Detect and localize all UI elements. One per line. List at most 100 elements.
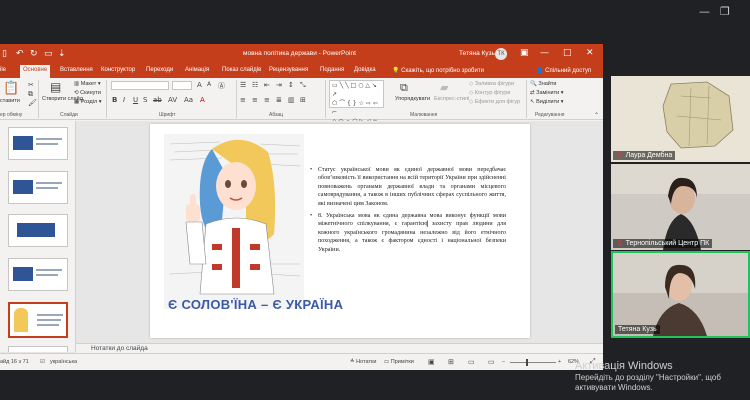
section-button[interactable]: ▦ Розділ ▾ bbox=[74, 99, 102, 105]
tab-home[interactable]: Основне bbox=[20, 65, 51, 78]
bold-icon[interactable]: B bbox=[112, 96, 117, 104]
copy-icon[interactable]: ⧉ bbox=[28, 90, 33, 99]
minimize-icon[interactable]: — bbox=[699, 6, 710, 18]
font-color-icon[interactable]: A bbox=[200, 96, 205, 104]
maximize-icon[interactable]: □ bbox=[563, 48, 572, 58]
paste-icon[interactable]: 📋 bbox=[3, 81, 19, 96]
comments-toggle[interactable]: ▭ Примітки bbox=[384, 359, 414, 365]
start-presentation-icon[interactable]: ▭ bbox=[44, 49, 53, 59]
align-left-icon[interactable]: ≡ bbox=[240, 96, 246, 104]
zoom-slider[interactable] bbox=[510, 362, 556, 363]
slide-thumbnail-selected[interactable] bbox=[8, 302, 68, 338]
zoom-out-icon[interactable]: − bbox=[502, 359, 505, 365]
collapse-ribbon-icon[interactable]: ⌃ bbox=[594, 112, 599, 119]
quick-styles-label[interactable]: Експрес-стилі bbox=[434, 96, 469, 102]
tab-slideshow[interactable]: Показ слайдів bbox=[222, 67, 261, 73]
spellcheck-icon[interactable]: ☑ bbox=[40, 359, 45, 365]
reset-button[interactable]: ⟲ Скинути bbox=[74, 90, 101, 96]
group-paragraph-label: Абзац bbox=[269, 112, 284, 118]
bullets-icon[interactable]: ☰ bbox=[240, 81, 246, 89]
font-size-select[interactable] bbox=[172, 81, 192, 90]
reading-view-icon[interactable]: ▭ bbox=[468, 358, 475, 366]
slide-sorter-icon[interactable]: ⊞ bbox=[448, 358, 454, 366]
increase-font-icon[interactable]: A bbox=[197, 81, 202, 89]
close-icon[interactable]: ✕ bbox=[586, 48, 594, 58]
text-direction-icon[interactable]: ⤡ bbox=[300, 81, 306, 90]
tab-file[interactable]: ile bbox=[0, 67, 6, 73]
avatar[interactable]: ТК bbox=[495, 48, 507, 60]
font-family-select[interactable] bbox=[111, 81, 169, 90]
save-icon[interactable]: ▯ bbox=[2, 49, 7, 59]
section-label: Розділ bbox=[80, 99, 98, 105]
clear-format-icon[interactable]: Ⓐ bbox=[218, 81, 225, 91]
slideshow-icon[interactable]: ▭ bbox=[488, 358, 495, 366]
notes-pane[interactable]: Нотатки до слайда bbox=[76, 343, 603, 353]
numbering-icon[interactable]: ☷ bbox=[252, 81, 258, 89]
zoom-in-icon[interactable]: + bbox=[558, 359, 561, 365]
slide-thumbnail[interactable] bbox=[8, 171, 68, 204]
user-name[interactable]: Тетяна Кузь bbox=[459, 50, 495, 57]
shapes-gallery[interactable]: ▭ ╲ ╲ □ ○ △ ↘ ↗⬠ ⌒ { } ☆ ⇨ ⇦ ⌐◇ ⬭ ⌓ ⬡ ▷ … bbox=[329, 80, 384, 134]
arrange-icon[interactable]: ⧉ bbox=[400, 81, 408, 95]
participant-tile[interactable]: 🎙 Лаура Дембна bbox=[611, 76, 750, 162]
tab-review[interactable]: Рецензування bbox=[269, 67, 308, 73]
current-slide[interactable]: Є СОЛОВ'ЇНА – Є УКРАЇНА • Статус українсь… bbox=[150, 124, 530, 338]
strikethrough-icon[interactable]: ab bbox=[153, 96, 162, 104]
cut-icon[interactable]: ✂ bbox=[28, 81, 34, 89]
increase-indent-icon[interactable]: ⇥ bbox=[276, 81, 282, 89]
format-painter-icon[interactable]: 🖌 bbox=[28, 99, 37, 107]
paste-label[interactable]: ставити bbox=[0, 98, 20, 104]
spacing-icon[interactable]: AV bbox=[168, 96, 177, 104]
slide-thumbnail[interactable] bbox=[8, 346, 68, 352]
shadow-icon[interactable]: S bbox=[143, 96, 147, 104]
redo-icon[interactable]: ↻ bbox=[30, 49, 38, 59]
tab-design[interactable]: Конструктор bbox=[101, 67, 135, 73]
arrange-label[interactable]: Упорядкувати bbox=[395, 96, 430, 102]
italic-icon[interactable]: I bbox=[123, 96, 125, 104]
underline-icon[interactable]: U bbox=[133, 96, 138, 104]
shape-outline-button[interactable]: ◇ Контур фігури bbox=[469, 90, 511, 96]
tab-view[interactable]: Подання bbox=[320, 67, 344, 73]
tell-me-search[interactable]: 💡 Скажіть, що потрібно зробити bbox=[392, 67, 484, 74]
participant-tile[interactable]: 🎙 Тернопільський Центр ПК bbox=[611, 164, 750, 250]
decrease-font-icon[interactable]: A bbox=[207, 81, 211, 88]
replace-button[interactable]: ⇄ Замінити ▾ bbox=[530, 90, 564, 96]
language-label[interactable]: українська bbox=[50, 359, 77, 365]
slide-thumbnail[interactable] bbox=[8, 258, 68, 291]
new-slide-icon[interactable]: ▤ bbox=[50, 80, 61, 94]
restore-icon[interactable]: ❐ bbox=[720, 6, 730, 18]
find-button[interactable]: 🔍 Знайти bbox=[530, 81, 556, 87]
tab-help[interactable]: Довідка bbox=[354, 67, 376, 73]
tab-transitions[interactable]: Переходи bbox=[146, 67, 173, 73]
minimize-icon[interactable]: — bbox=[540, 48, 549, 58]
participant-video bbox=[611, 164, 750, 250]
change-case-icon[interactable]: Aa bbox=[184, 96, 193, 104]
active-speaker-tile[interactable]: Тетяна Кузь bbox=[611, 251, 750, 338]
tab-insert[interactable]: Вставлення bbox=[60, 67, 93, 73]
smartart-icon[interactable]: ⊞ bbox=[300, 96, 306, 104]
shape-effects-button[interactable]: ◇ Ефекти для фігур bbox=[469, 99, 520, 105]
notes-toggle-label: Нотатки bbox=[356, 359, 377, 365]
layout-button[interactable]: ▥ Макет ▾ bbox=[74, 81, 101, 87]
notes-toggle[interactable]: ≙ Нотатки bbox=[350, 359, 376, 365]
map-picture bbox=[611, 76, 750, 162]
quick-styles-icon[interactable]: ▰ bbox=[440, 81, 448, 94]
select-button[interactable]: ↖ Виділити ▾ bbox=[530, 99, 563, 105]
ribbon-options-icon[interactable]: ▣ bbox=[520, 48, 529, 58]
align-right-icon[interactable]: ≡ bbox=[264, 96, 270, 104]
shape-fill-button[interactable]: ◇ Заливка фігури bbox=[469, 81, 514, 87]
align-center-icon[interactable]: ≡ bbox=[252, 96, 258, 104]
undo-icon[interactable]: ↶ bbox=[16, 49, 24, 59]
slide-thumbnail[interactable] bbox=[8, 214, 68, 247]
columns-icon[interactable]: ▥ bbox=[288, 96, 295, 104]
zoom-slider-thumb[interactable] bbox=[526, 359, 528, 366]
decrease-indent-icon[interactable]: ⇤ bbox=[264, 81, 270, 89]
customize-toolbar-icon[interactable]: ⇣ bbox=[58, 49, 66, 59]
slide-thumbnail[interactable] bbox=[8, 127, 68, 160]
share-button[interactable]: 👤 Спільний доступ bbox=[536, 67, 591, 74]
normal-view-icon[interactable]: ▣ bbox=[428, 358, 435, 366]
line-spacing-icon[interactable]: ↕ bbox=[288, 81, 294, 89]
tab-animations[interactable]: Анімація bbox=[185, 67, 209, 73]
group-editing-label: Редагування bbox=[535, 112, 565, 118]
justify-icon[interactable]: ≣ bbox=[276, 96, 282, 104]
